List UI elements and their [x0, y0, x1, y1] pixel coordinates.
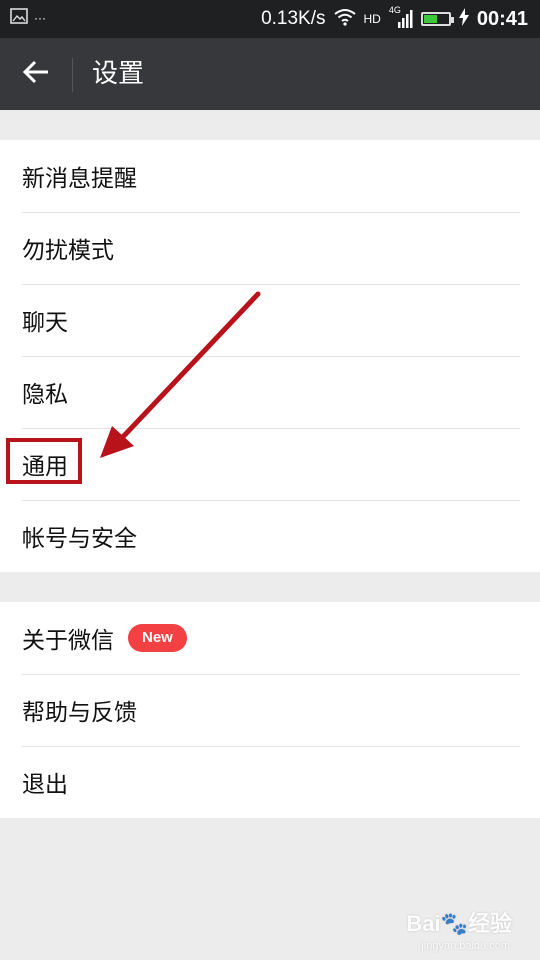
settings-item-logout[interactable]: 退出 [0, 746, 540, 818]
settings-group-2: 关于微信 New 帮助与反馈 退出 [0, 602, 540, 818]
settings-item-label: 帐号与安全 [22, 526, 137, 552]
status-bar-left: ··· [10, 8, 46, 28]
settings-item-do-not-disturb[interactable]: 勿扰模式 [0, 212, 540, 284]
settings-item-label: 新消息提醒 [22, 166, 137, 192]
clock: 00:41 [476, 7, 528, 30]
hd-label: HD [363, 12, 381, 26]
charging-icon [458, 8, 469, 30]
settings-group-1: 新消息提醒 勿扰模式 聊天 隐私 通用 帐号与安全 [0, 140, 540, 572]
settings-item-label: 隐私 [22, 382, 68, 408]
settings-item-label: 通用 [22, 454, 68, 480]
settings-item-label: 退出 [22, 772, 68, 798]
settings-item-new-message-alert[interactable]: 新消息提醒 [0, 140, 540, 212]
signal-icon: 4G [389, 5, 413, 29]
settings-item-help-feedback[interactable]: 帮助与反馈 [0, 674, 540, 746]
settings-item-label: 关于微信 [22, 628, 114, 654]
settings-item-about-wechat[interactable]: 关于微信 New [0, 602, 540, 674]
new-badge: New [128, 624, 187, 652]
watermark-url: jingyan.baidu.com [421, 940, 510, 952]
image-icon [10, 8, 28, 28]
settings-item-label: 勿扰模式 [22, 238, 114, 264]
back-button[interactable] [14, 52, 58, 96]
arrow-left-icon [22, 60, 50, 88]
page-title: 设置 [92, 59, 145, 89]
title-bar: 设置 [0, 38, 540, 110]
battery-level [423, 15, 438, 23]
status-bar: ··· 0.13K/s HD 4G 00:41 [0, 0, 540, 38]
status-bar-right: 0.13K/s HD 4G 00:41 [261, 5, 528, 32]
battery-icon [420, 12, 454, 26]
settings-item-label: 聊天 [22, 310, 68, 336]
settings-item-label: 帮助与反馈 [22, 700, 137, 726]
watermark-logo: Bai🐾经验 [406, 911, 512, 936]
net-speed: 0.13K/s [261, 8, 326, 29]
settings-item-chat[interactable]: 聊天 [0, 284, 540, 356]
more-dots-icon: ··· [34, 11, 46, 25]
settings-item-general[interactable]: 通用 [0, 428, 540, 500]
wifi-icon [333, 8, 356, 30]
settings-item-account-security[interactable]: 帐号与安全 [0, 500, 540, 572]
title-divider [72, 58, 73, 92]
settings-item-privacy[interactable]: 隐私 [0, 356, 540, 428]
